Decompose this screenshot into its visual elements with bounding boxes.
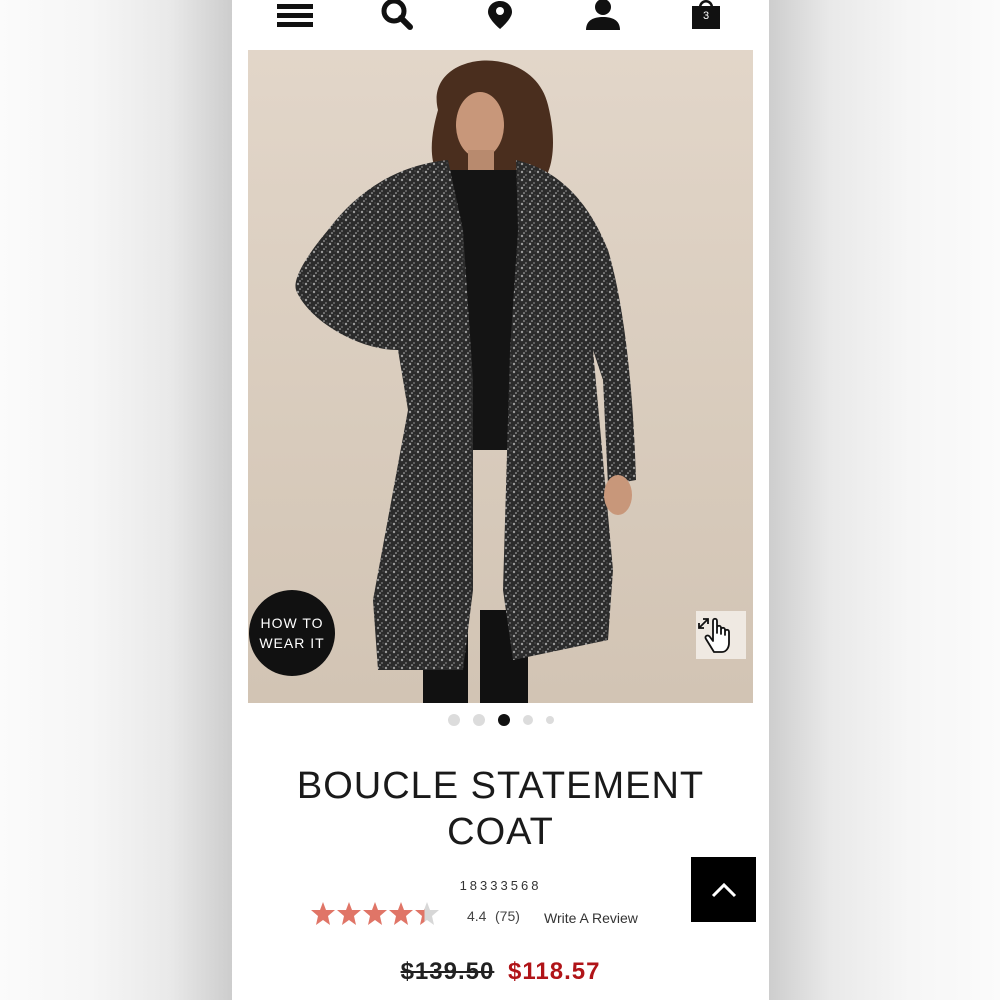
carousel-dot-5[interactable] [545, 716, 554, 724]
star-icon [311, 902, 335, 925]
write-review-link[interactable]: Write A Review [544, 910, 638, 926]
rating-row: 4.4 (75) Write A Review [232, 900, 769, 932]
account-button[interactable] [579, 0, 627, 34]
hamburger-menu-icon [277, 4, 313, 27]
star-icon [363, 902, 387, 925]
map-pin-icon [488, 1, 512, 29]
price-row: $139.50 $118.57 [232, 958, 769, 986]
carousel-dot-4[interactable] [522, 715, 533, 725]
star-icon [389, 902, 413, 925]
carousel-dot-1[interactable] [447, 714, 460, 726]
zoom-button[interactable] [696, 611, 746, 659]
original-price: $139.50 [400, 958, 495, 985]
how-to-wear-it-button[interactable]: HOW TO WEAR IT [249, 590, 335, 676]
how-to-wear-line-2: WEAR IT [259, 635, 325, 651]
top-navigation: 3 [232, 0, 769, 40]
how-to-wear-line-1: HOW TO [260, 615, 324, 631]
pinch-zoom-hand-icon [698, 617, 730, 653]
cart-button[interactable]: 3 [682, 0, 730, 34]
product-sku: 18333568 [459, 878, 542, 893]
product-image[interactable]: HOW TO WEAR IT [248, 50, 753, 703]
cart-count-badge: 3 [702, 10, 710, 22]
star-icon [337, 902, 361, 925]
search-icon [381, 0, 413, 30]
partial-star-icon [415, 902, 439, 925]
back-to-top-button[interactable] [691, 857, 756, 922]
carousel-dot-3-active[interactable] [497, 714, 510, 726]
review-count[interactable]: (75) [495, 908, 520, 924]
carousel-dots [232, 712, 769, 728]
phone-screen: 3 HOW TO WEAR IT BOUCLE STATEMENT COAT 1… [232, 0, 769, 1000]
menu-button[interactable] [271, 0, 319, 34]
star-icons [311, 902, 439, 925]
rating-value: 4.4 [467, 908, 487, 924]
chevron-up-icon [711, 882, 736, 897]
carousel-dot-2[interactable] [472, 714, 485, 726]
product-title: BOUCLE STATEMENT COAT [296, 765, 705, 853]
store-locator-button[interactable] [476, 0, 524, 34]
sale-price: $118.57 [508, 958, 601, 985]
user-icon [586, 0, 620, 30]
search-button[interactable] [373, 0, 421, 34]
star-rating[interactable] [310, 900, 440, 930]
